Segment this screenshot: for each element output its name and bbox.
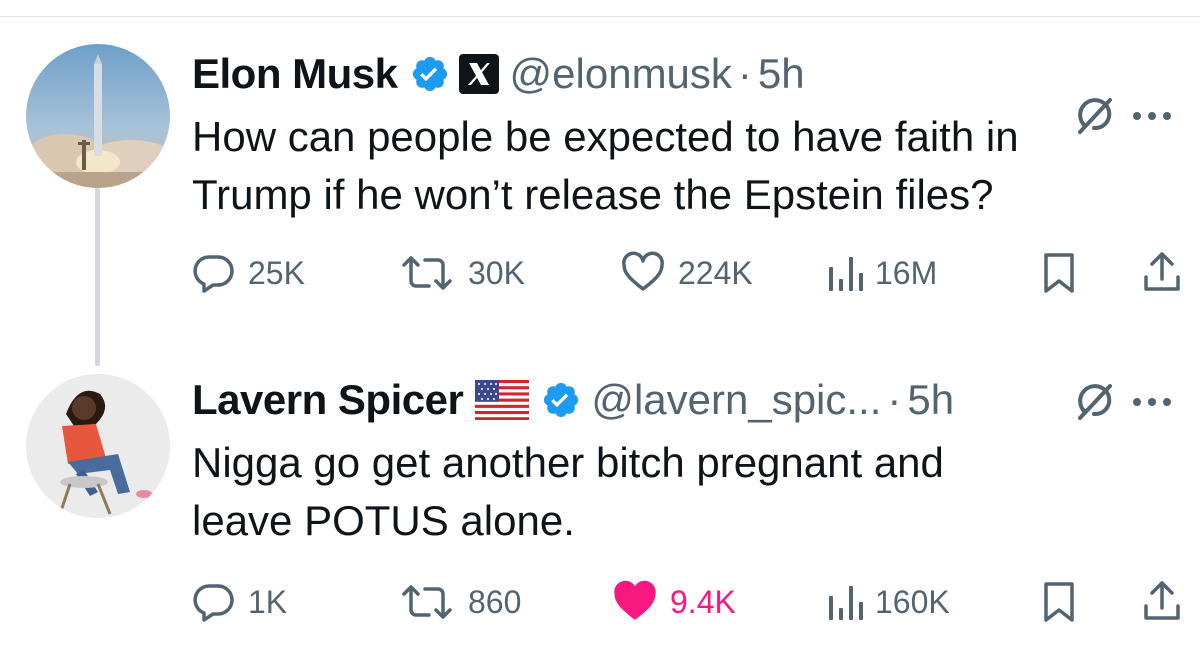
like-icon xyxy=(622,251,664,291)
reply-button[interactable]: 25K xyxy=(192,251,305,295)
person-avatar-image xyxy=(26,374,170,518)
like-count: 9.4K xyxy=(670,583,736,620)
grok-icon[interactable] xyxy=(1072,378,1118,424)
retweet-count: 30K xyxy=(468,254,525,291)
views-count: 16M xyxy=(875,254,938,291)
more-icon[interactable] xyxy=(1127,392,1177,412)
avatar-lavern-spicer[interactable] xyxy=(26,374,170,518)
like-count: 224K xyxy=(678,254,753,291)
retweet-button[interactable]: 860 xyxy=(398,580,521,624)
share-button[interactable] xyxy=(1142,249,1194,295)
tweet-header: Lavern Spicer @lavern_spic... · 5h xyxy=(192,372,954,428)
x-logo-icon[interactable] xyxy=(458,53,500,95)
tweet-header: Elon Musk @elonmusk · 5h xyxy=(192,46,805,102)
like-button[interactable]: 224K xyxy=(620,251,753,295)
retweet-button[interactable]: 30K xyxy=(398,251,525,295)
us-flag-icon xyxy=(475,380,530,420)
thread-connector-line xyxy=(95,188,100,366)
views-icon xyxy=(829,586,863,620)
retweet-icon xyxy=(402,256,452,290)
views-button[interactable]: 16M xyxy=(827,251,937,295)
author-name[interactable]: Elon Musk xyxy=(192,50,398,98)
timestamp[interactable]: 5h xyxy=(758,50,805,98)
separator-dot: · xyxy=(887,376,902,423)
rocket-launch-avatar-image xyxy=(26,44,170,188)
tweet-text: Nigga go get another bitch pregnant and … xyxy=(192,434,1172,550)
tweet-actions: 1K 860 9.4K 160K xyxy=(192,578,1192,626)
bookmark-button[interactable] xyxy=(1042,580,1088,624)
views-icon xyxy=(829,257,863,291)
bookmark-button[interactable] xyxy=(1042,251,1088,295)
author-handle[interactable]: @lavern_spic... xyxy=(591,376,881,424)
reply-count: 1K xyxy=(248,583,288,620)
share-button[interactable] xyxy=(1142,578,1194,624)
bookmark-icon xyxy=(1044,253,1074,293)
tweet-actions: 25K 30K 224K 16M xyxy=(192,249,1192,297)
retweet-count: 860 xyxy=(468,583,522,620)
tweet-text-line: leave POTUS alone. xyxy=(192,497,575,544)
verified-badge-icon[interactable] xyxy=(541,380,581,420)
share-icon xyxy=(1144,581,1180,620)
retweet-icon xyxy=(402,585,452,619)
views-count: 160K xyxy=(875,583,950,620)
tweet-text-line: Trump if he won’t release the Epstein fi… xyxy=(192,171,994,218)
views-button[interactable]: 160K xyxy=(827,580,950,624)
share-icon xyxy=(1144,252,1180,291)
tweet-text-line: Nigga go get another bitch pregnant and xyxy=(192,439,944,486)
reply-count: 25K xyxy=(248,254,305,291)
like-button[interactable]: 9.4K xyxy=(612,580,736,624)
top-divider xyxy=(0,16,1200,17)
like-icon xyxy=(614,580,656,620)
author-handle[interactable]: @elonmusk xyxy=(510,50,732,98)
tweet-text: How can people be expected to have faith… xyxy=(192,108,1172,224)
separator-dot: · xyxy=(737,50,752,97)
reply-icon xyxy=(193,584,234,622)
reply-button[interactable]: 1K xyxy=(192,580,287,624)
reply-icon xyxy=(193,255,234,293)
tweet-text-line: How can people be expected to have faith… xyxy=(192,113,1019,160)
bookmark-icon xyxy=(1044,582,1074,622)
avatar-elon-musk[interactable] xyxy=(26,44,170,188)
timestamp[interactable]: 5h xyxy=(907,376,954,424)
author-name[interactable]: Lavern Spicer xyxy=(192,376,464,424)
verified-badge-icon[interactable] xyxy=(410,54,450,94)
